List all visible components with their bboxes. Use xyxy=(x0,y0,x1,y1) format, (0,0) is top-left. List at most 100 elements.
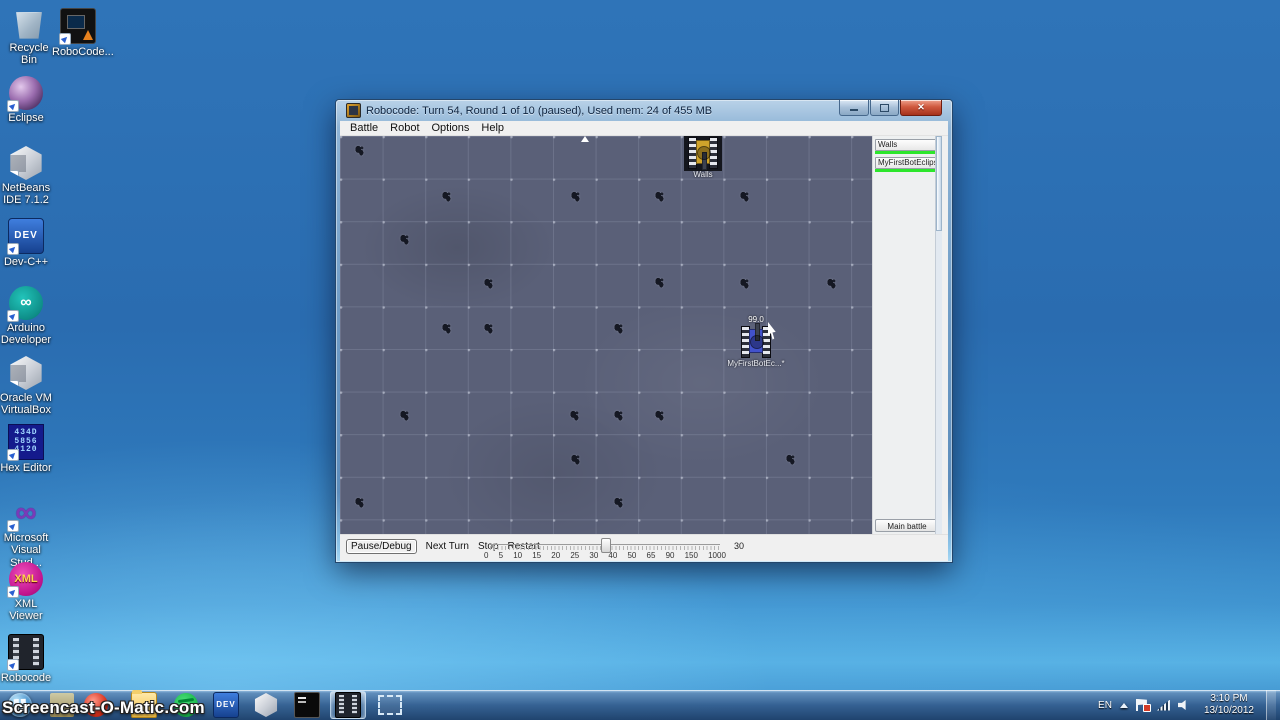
robocode-icon xyxy=(335,692,361,718)
maximize-button[interactable] xyxy=(870,100,899,116)
sidebar-robot-button-walls[interactable]: Walls xyxy=(875,139,940,151)
action-center-flag-icon[interactable] xyxy=(1135,699,1151,712)
desktop-icon-label: RoboCode... xyxy=(52,46,114,58)
main-battle-log-button[interactable]: Main battle log xyxy=(875,519,939,542)
tps-tick-label: 25 xyxy=(570,551,580,560)
debris-mark xyxy=(654,276,665,290)
control-button-pause-debug[interactable]: Pause/Debug xyxy=(346,539,417,554)
desktop-icon-xml-viewer[interactable]: XML XML Viewer xyxy=(0,562,52,623)
menu-bar: Battle Robot Options Help xyxy=(340,121,948,136)
tps-tick-label: 0 xyxy=(484,551,489,560)
shortcut-arrow-icon xyxy=(7,520,19,532)
debris-mark xyxy=(483,322,494,336)
language-indicator[interactable]: EN xyxy=(1098,700,1112,711)
window-titlebar[interactable]: Robocode: Turn 54, Round 1 of 10 (paused… xyxy=(340,100,948,121)
desktop-icon-label: Dev-C++ xyxy=(3,256,49,268)
tps-tick-label: 5 xyxy=(498,551,504,560)
desktop-icon-label: XML Viewer xyxy=(9,598,43,623)
menu-options[interactable]: Options xyxy=(426,122,476,134)
menu-battle[interactable]: Battle xyxy=(344,122,384,134)
debris-mark xyxy=(399,233,410,247)
robocode-icon xyxy=(7,634,44,671)
debris-mark xyxy=(570,453,581,467)
desktop-icon-microsoft-visual-stud[interactable]: ∞Microsoft Visual Stud... xyxy=(0,496,52,569)
hex-editor-icon: 434D 5856 4120 xyxy=(7,424,44,461)
desktop-icon-netbeans-ide-7-1-2[interactable]: NetBeans IDE 7.1.2 xyxy=(0,146,52,207)
screencast-watermark: Screencast-O-Matic.com xyxy=(2,698,205,717)
robot-myfirstbotec: 99.0 MyFirstBotEc...* xyxy=(727,315,784,368)
desktop-icon-robocode[interactable]: RoboCode... xyxy=(52,8,114,58)
sidebar-scrollbar[interactable] xyxy=(935,136,942,534)
desktop-icon-arduino-developer[interactable]: ∞ Arduino Developer xyxy=(0,286,52,347)
netbeans-icon xyxy=(254,693,278,717)
tps-tick-label: 65 xyxy=(646,551,656,560)
scrollbar-thumb[interactable] xyxy=(936,136,942,231)
virtualbox-icon xyxy=(10,356,42,390)
tray-clock[interactable]: 3:10 PM 13/10/2012 xyxy=(1204,693,1254,717)
menu-robot[interactable]: Robot xyxy=(384,122,425,134)
debris-mark xyxy=(399,409,410,423)
shortcut-arrow-icon xyxy=(7,586,19,598)
shortcut-arrow-icon xyxy=(7,659,19,671)
desktop-icon-label: Arduino Developer xyxy=(0,322,52,347)
taskbar-app-command-prompt[interactable] xyxy=(289,691,325,719)
desktop-icon-eclipse[interactable]: Eclipse xyxy=(0,76,52,124)
debris-mark xyxy=(483,277,494,291)
tps-tick-label: 1000 xyxy=(708,551,726,560)
tps-tick-labels: 0 5 10 15 20 25 30 40 50 65 90 150 1000 xyxy=(484,551,726,560)
shortcut-arrow-icon xyxy=(59,33,71,45)
close-button[interactable]: ✕ xyxy=(900,100,942,116)
tps-tick-label: 20 xyxy=(551,551,561,560)
taskbar-app-remote-window[interactable] xyxy=(372,691,408,719)
control-button-next-turn[interactable]: Next Turn xyxy=(426,541,469,552)
debris-mark xyxy=(354,144,365,158)
arduino-icon: ∞ xyxy=(7,286,43,322)
debris-mark xyxy=(739,277,750,291)
robocode-file-icon xyxy=(59,8,96,45)
shortcut-arrow-icon xyxy=(10,170,19,180)
robocode-app-icon xyxy=(346,103,361,118)
debris-mark xyxy=(613,496,624,510)
taskbar-app-netbeans[interactable] xyxy=(248,691,284,719)
robot-energy-bar xyxy=(875,169,940,172)
tray-time: 3:10 PM xyxy=(1210,693,1248,704)
debris-mark xyxy=(613,322,624,336)
menu-help[interactable]: Help xyxy=(475,122,510,134)
netbeans-icon xyxy=(10,146,42,180)
shortcut-arrow-icon xyxy=(7,449,19,461)
volume-icon[interactable] xyxy=(1177,699,1186,711)
hidden-icons-chevron-icon[interactable] xyxy=(1119,702,1128,708)
show-desktop-button[interactable] xyxy=(1266,690,1276,720)
sidebar-robot-entry: Walls xyxy=(875,139,940,154)
command-prompt-icon xyxy=(294,692,320,718)
shortcut-arrow-icon xyxy=(10,380,19,390)
desktop-icon-label: Recycle Bin xyxy=(9,42,49,67)
tps-tick-label: 30 xyxy=(589,551,599,560)
minimize-button[interactable] xyxy=(839,100,869,116)
taskbar-app-robocode[interactable] xyxy=(330,691,366,719)
robot-turret-icon xyxy=(750,335,764,349)
shortcut-arrow-icon xyxy=(7,243,19,255)
debris-mark xyxy=(739,190,750,204)
debris-mark xyxy=(826,277,837,291)
desktop-icon-oracle-vm-virtualbox[interactable]: Oracle VM VirtualBox xyxy=(0,356,52,417)
robot-name-label: MyFirstBotEc...* xyxy=(727,359,785,368)
window-body: 100.0Walls 99.0 MyFirstBotEc...* Walls MyFi… xyxy=(340,136,948,542)
debris-mark xyxy=(569,409,580,423)
desktop-icon-label: Oracle VM VirtualBox xyxy=(0,392,52,417)
network-icon[interactable] xyxy=(1156,699,1170,711)
desktop-icon-recycle-bin[interactable]: Recycle Bin xyxy=(3,6,55,67)
recycle-bin-icon xyxy=(16,12,42,39)
debris-mark xyxy=(441,190,452,204)
tray-date: 13/10/2012 xyxy=(1203,705,1254,716)
desktop-icon-hex-editor[interactable]: 434D 5856 4120 Hex Editor xyxy=(0,424,52,474)
sidebar-robot-button-myfirstboteclipse[interactable]: MyFirstBotEclipse* xyxy=(875,157,940,169)
desktop-icon-dev-c[interactable]: DEV Dev-C++ xyxy=(0,218,52,268)
debris-mark xyxy=(441,322,452,336)
robot-sidebar: Walls MyFirstBotEclipse* Main battle log xyxy=(872,136,942,542)
remote-window-icon xyxy=(378,695,402,715)
desktop-icon-robocode[interactable]: Robocode xyxy=(0,634,52,684)
taskbar-app-dev-cpp[interactable]: DEV xyxy=(208,691,244,719)
desktop: Recycle Bin RoboCode... Eclipse NetBeans ID… xyxy=(0,0,1280,720)
desktop-icon-label: Eclipse xyxy=(8,112,44,124)
